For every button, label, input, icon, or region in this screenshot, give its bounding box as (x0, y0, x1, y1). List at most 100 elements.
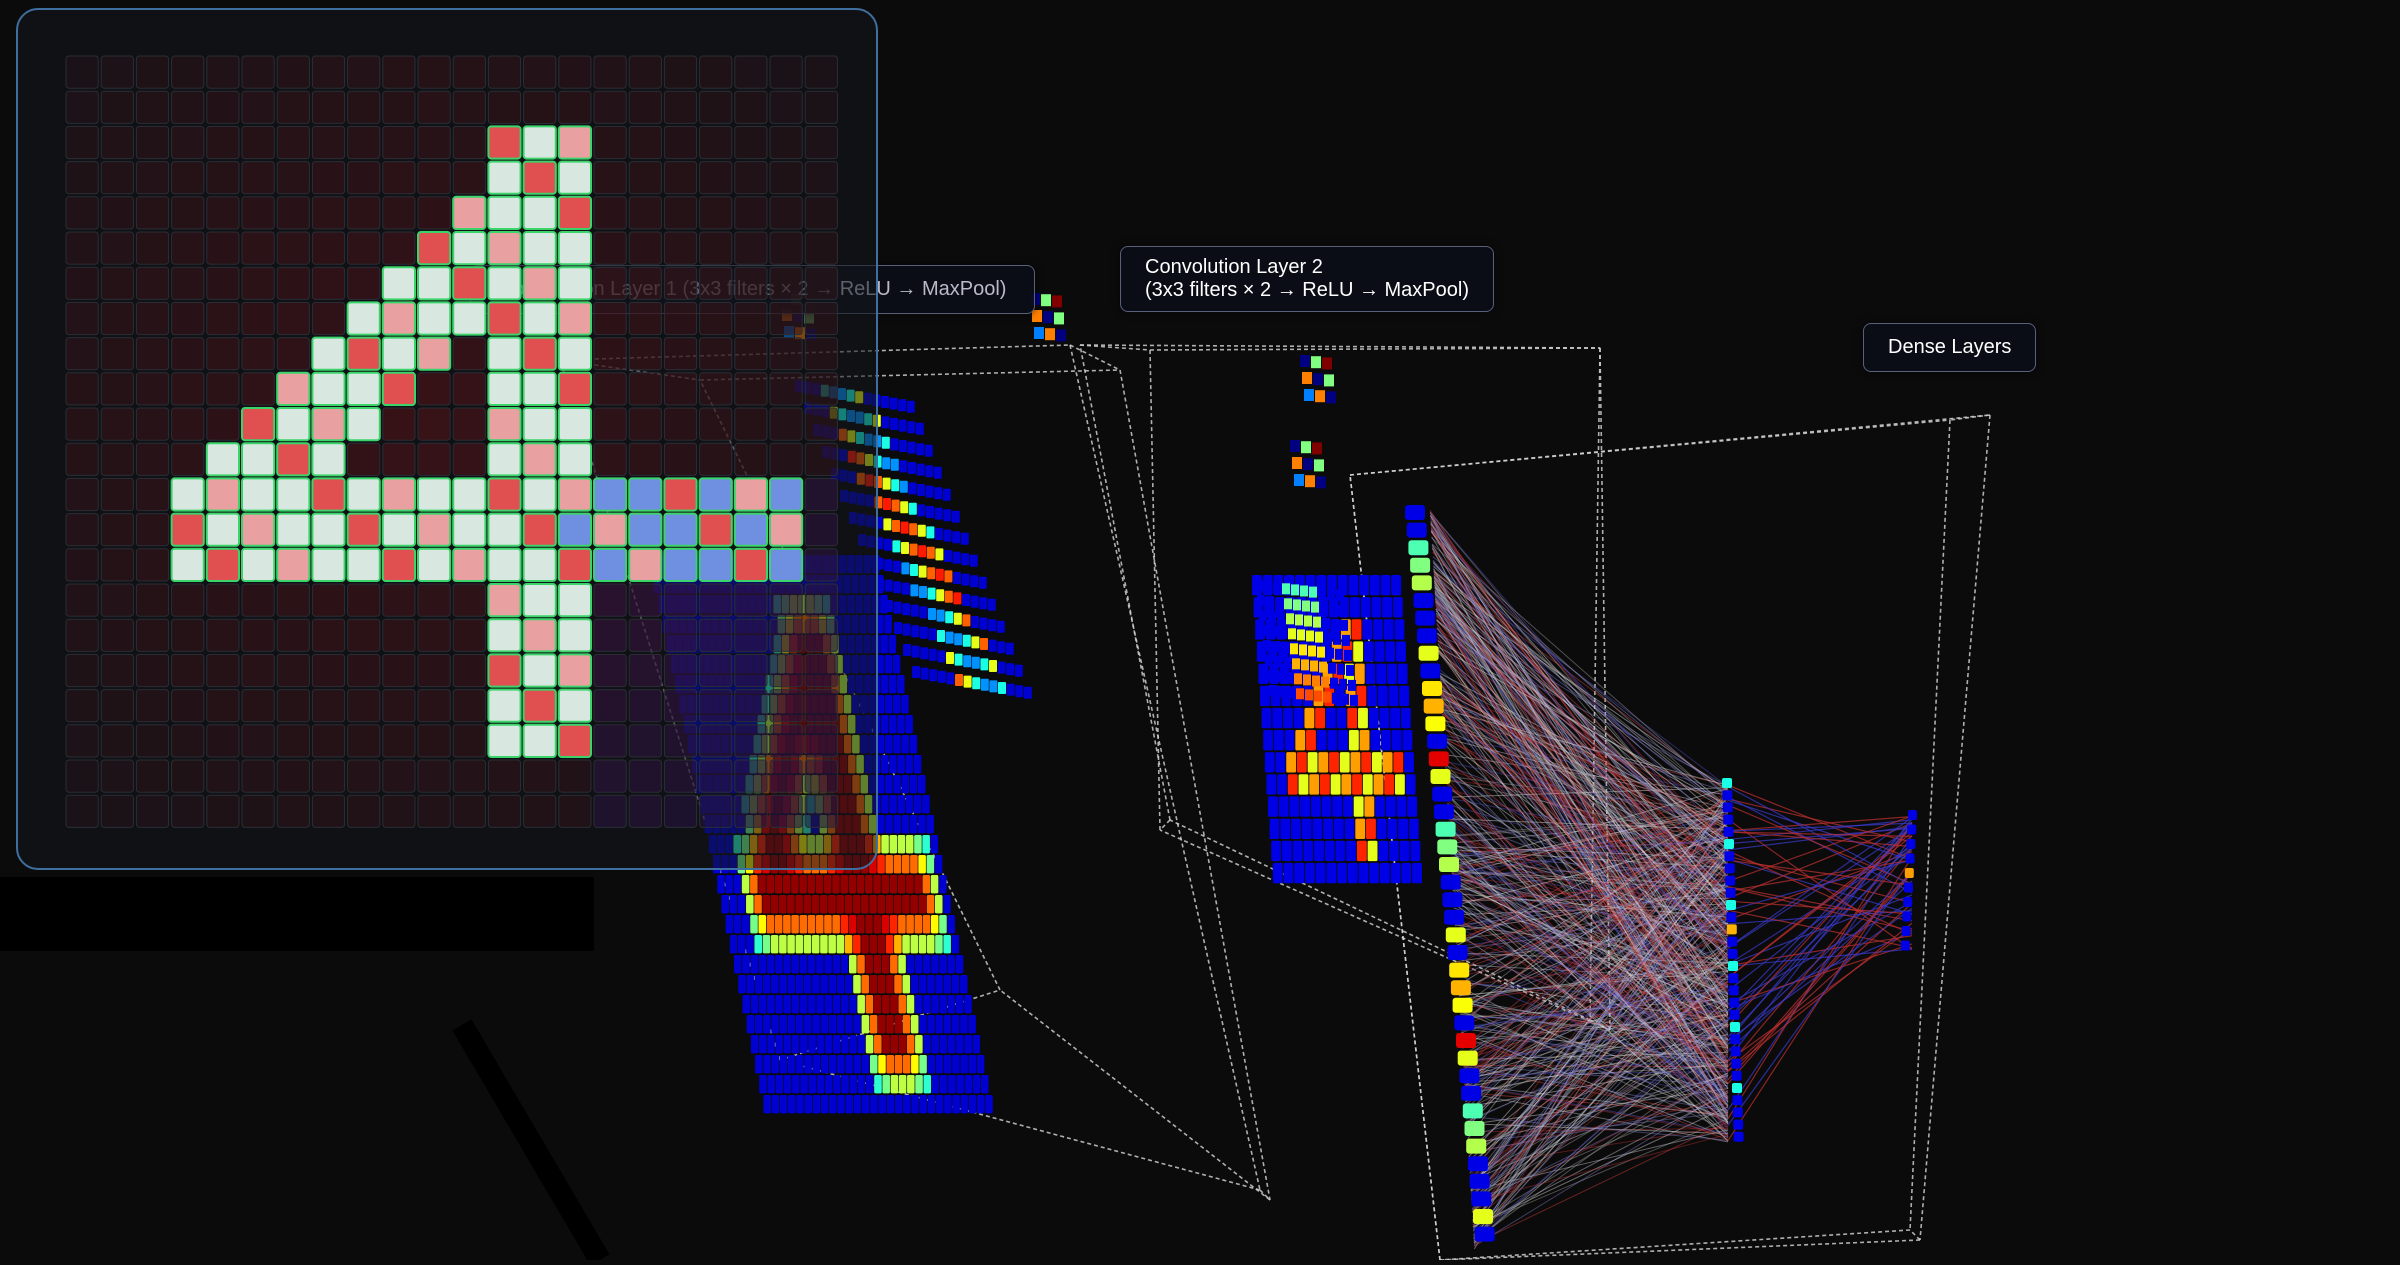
input-pixel-active (557, 301, 592, 336)
feature-cell (1308, 645, 1316, 657)
feature-cell (1294, 673, 1302, 685)
feature-cell (925, 465, 934, 478)
feature-cell (844, 975, 853, 994)
neuron (1428, 751, 1449, 767)
input-pixel (65, 794, 99, 828)
feature-cell (775, 1075, 784, 1094)
feature-cell (1319, 774, 1330, 795)
feature-cell (1333, 818, 1344, 839)
input-pixel (769, 125, 803, 160)
feature-cell (976, 1055, 985, 1074)
neuron (1454, 1015, 1475, 1031)
input-pixel (276, 759, 310, 793)
input-pixel-grid[interactable] (18, 10, 878, 870)
input-pixel (241, 372, 275, 406)
feature-cell (1359, 730, 1370, 751)
feature-cell (861, 1055, 870, 1074)
feature-cell (894, 622, 902, 634)
input-pixel-active (241, 407, 276, 442)
neuron (1730, 1046, 1741, 1057)
input-pixel (100, 372, 134, 406)
feature-cell (877, 855, 885, 874)
input-pixel (382, 196, 416, 230)
feature-cell (1255, 580, 1263, 591)
feature-cell (918, 935, 927, 954)
feature-cell (1344, 649, 1352, 661)
feature-cell (955, 674, 963, 686)
feature-cell (1275, 597, 1283, 609)
input-pixel (804, 90, 838, 124)
feature-cell (1378, 840, 1389, 862)
feature-cell (972, 1075, 981, 1094)
input-pixel (663, 759, 698, 793)
input-pixel-active (769, 477, 804, 512)
feature-cell (746, 895, 754, 914)
input-pixel (135, 548, 170, 582)
feature-cell (893, 855, 902, 874)
input-pixel-active (276, 407, 311, 442)
input-pixel-active (452, 266, 487, 301)
feature-cell (804, 1015, 812, 1034)
feature-cell (1278, 796, 1289, 817)
input-pixel (276, 618, 310, 652)
feature-cell (926, 895, 935, 914)
input-pixel-active (698, 512, 733, 547)
feature-cell (882, 1035, 890, 1054)
input-pixel (276, 90, 310, 124)
input-pixel (100, 513, 134, 547)
neuron (1452, 997, 1473, 1013)
input-pixel-active (205, 442, 241, 477)
feature-cell (906, 875, 914, 894)
feature-cell (930, 835, 939, 854)
feature-cell (910, 604, 919, 617)
feature-cell (1339, 678, 1347, 690)
input-pixel-active (557, 583, 592, 618)
input-pixel (663, 196, 698, 230)
input-pixel (769, 653, 803, 688)
input-pixel (804, 442, 838, 476)
feature-cell (841, 1035, 849, 1054)
input-pixel (171, 689, 205, 723)
input-pixel (417, 372, 451, 406)
input-pixel (593, 196, 627, 230)
feature-cell (829, 1095, 837, 1114)
feature-cell (948, 1075, 956, 1094)
input-pixel-active (276, 477, 311, 512)
feature-cell (1258, 663, 1269, 684)
input-pixel (523, 90, 557, 124)
feature-cell (844, 895, 853, 914)
feature-cell (791, 915, 799, 934)
feature-cell (901, 815, 910, 834)
feature-cell (922, 875, 931, 894)
input-pixel (276, 794, 310, 828)
feature-cell (771, 1055, 779, 1074)
feature-cell (883, 518, 892, 531)
feature-cell (779, 975, 787, 994)
input-pixel (276, 196, 310, 230)
feature-cell (1321, 676, 1329, 688)
feature-cell (902, 935, 910, 954)
input-pixel (241, 161, 275, 195)
feature-cell (1259, 610, 1267, 621)
input-pixel (171, 337, 205, 371)
feature-cell (1363, 641, 1374, 662)
input-pixel (382, 407, 416, 441)
input-pixel (663, 161, 698, 195)
neuron (1904, 882, 1913, 893)
feature-cell (913, 795, 922, 814)
feature-cell (934, 855, 943, 874)
input-pixel (382, 55, 416, 89)
neuron (1406, 522, 1427, 538)
feature-cell (885, 600, 893, 612)
kernel-cell (1314, 459, 1324, 472)
input-digit-panel[interactable] (16, 8, 878, 870)
feature-cell (970, 595, 979, 608)
feature-cell (1382, 752, 1393, 773)
feature-cell (898, 419, 907, 432)
feature-cell (1257, 595, 1265, 606)
feature-cell (888, 675, 897, 694)
input-pixel-active (522, 688, 557, 723)
input-pixel (382, 653, 416, 688)
input-pixel-active (417, 266, 452, 301)
input-pixel-active (522, 512, 557, 547)
